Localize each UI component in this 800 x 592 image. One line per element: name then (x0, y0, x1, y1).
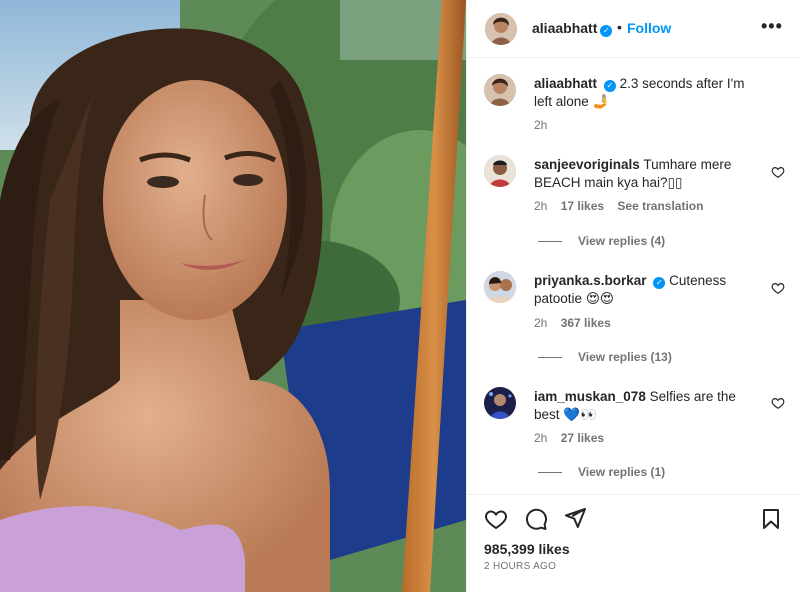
comment-like-heart-icon[interactable] (771, 396, 785, 410)
view-replies-button[interactable]: View replies (13) (538, 350, 672, 364)
comment-likes[interactable]: 27 likes (561, 431, 604, 445)
separator-dot: • (617, 19, 622, 35)
comment-username[interactable]: priyanka.s.borkar (534, 273, 647, 288)
verified-badge-icon: ✓ (600, 25, 613, 37)
post-footer: 985,399 likes 2 HOURS AGO (467, 494, 800, 592)
caption-meta: 2h (534, 118, 557, 132)
verified-badge-icon: ✓ (603, 80, 616, 92)
view-replies-label: View replies (4) (578, 234, 666, 248)
post-photo[interactable] (0, 0, 466, 592)
author-username[interactable]: aliaabhatt ✓ (532, 20, 613, 37)
comment-emoji: 😍😍 (585, 291, 614, 306)
comment-text: sanjeevoriginals Tumhare mere BEACH main… (534, 156, 764, 192)
post-header: aliaabhatt ✓ • Follow ••• (467, 0, 800, 58)
caption-text: aliaabhatt ✓ 2.3 seconds after I'm left … (534, 75, 764, 111)
bookmark-icon[interactable] (759, 507, 783, 531)
more-options-icon[interactable]: ••• (761, 16, 783, 37)
comment-emoji: 💙👀 (563, 407, 597, 422)
post-sidebar: aliaabhatt ✓ • Follow ••• aliaabhatt ✓ 2.… (466, 0, 800, 592)
comment-emoji: ▯▯ (667, 175, 683, 190)
comment-likes[interactable]: 367 likes (561, 316, 611, 330)
follow-button[interactable]: Follow (627, 20, 671, 36)
comment-text: priyanka.s.borkar ✓ Cuteness patootie 😍😍 (534, 272, 764, 308)
comment-text: iam_muskan_078 Selfies are the best 💙👀 (534, 388, 764, 424)
share-icon[interactable] (563, 506, 587, 530)
comment-username[interactable]: iam_muskan_078 (534, 389, 646, 404)
comment-meta: 2h 27 likes (534, 431, 614, 445)
comment-time: 2h (534, 316, 548, 330)
verified-badge-icon: ✓ (653, 277, 666, 289)
heart-icon[interactable] (484, 507, 508, 531)
commenter-avatar[interactable] (484, 155, 516, 187)
comment-icon[interactable] (524, 507, 548, 531)
comment-time: 2h (534, 431, 548, 445)
post-timestamp: 2 HOURS AGO (484, 561, 557, 572)
comment-meta: 2h 17 likes See translation (534, 199, 713, 213)
selfie-image (0, 0, 466, 592)
replies-divider (538, 241, 562, 243)
comment-like-heart-icon[interactable] (771, 165, 785, 179)
author-avatar[interactable] (485, 13, 517, 45)
likes-count[interactable]: 985,399 likes (484, 541, 570, 557)
view-replies-label: View replies (1) (578, 465, 666, 479)
commenter-avatar[interactable] (484, 387, 516, 419)
comment-like-heart-icon[interactable] (771, 281, 785, 295)
comment-time: 2h (534, 199, 548, 213)
comment-meta: 2h 367 likes (534, 316, 621, 330)
view-replies-label: View replies (13) (578, 350, 672, 364)
caption-username[interactable]: aliaabhatt (534, 76, 597, 91)
comment-username[interactable]: sanjeevoriginals (534, 157, 640, 172)
comment-likes[interactable]: 17 likes (561, 199, 604, 213)
caption-emoji: 🤳 (592, 94, 610, 109)
commenter-avatar[interactable] (484, 271, 516, 303)
caption-time: 2h (534, 118, 548, 132)
replies-divider (538, 357, 562, 359)
replies-divider (538, 472, 562, 474)
see-translation-link[interactable]: See translation (617, 199, 703, 213)
caption-avatar[interactable] (484, 74, 516, 106)
view-replies-button[interactable]: View replies (4) (538, 234, 665, 248)
view-replies-button[interactable]: View replies (1) (538, 465, 665, 479)
